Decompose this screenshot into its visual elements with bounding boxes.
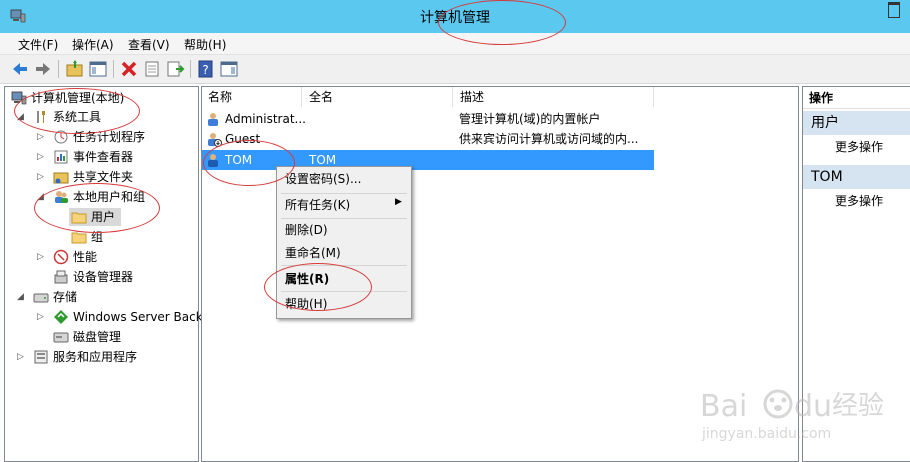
menu-view[interactable]: 查看(V) <box>128 36 170 53</box>
annotation-circle-properties <box>264 263 372 311</box>
baidu-watermark-logo: Bai du 经验 jingyan.baidu.com <box>700 389 884 442</box>
disk-icon <box>53 332 69 343</box>
device-manager-icon <box>54 270 68 284</box>
collapse-arrow-icon[interactable]: ▷ <box>17 348 24 366</box>
actions-section-users[interactable]: 用户 <box>803 111 910 135</box>
svg-text:经验: 经验 <box>832 391 884 421</box>
help-icon[interactable]: ? <box>196 59 216 79</box>
svg-text:Bai: Bai <box>700 389 747 424</box>
tree-pane: 计算机管理(本地) ◢ 系统工具 ▷ 任务计划程序 ▷ 事件查看器 ▷ 共享文件… <box>4 86 203 462</box>
menu-item-rename[interactable]: 重命名(M) <box>285 243 341 263</box>
menu-help[interactable]: 帮助(H) <box>184 36 226 53</box>
menu-file[interactable]: 文件(F) <box>18 36 58 53</box>
collapse-arrow-icon[interactable]: ▷ <box>37 248 44 266</box>
submenu-arrow-icon: ▶ <box>395 197 402 207</box>
collapse-arrow-icon[interactable]: ▷ <box>37 168 44 186</box>
services-icon <box>34 350 48 364</box>
performance-icon <box>53 249 69 265</box>
menu-item-set-password[interactable]: 设置密码(S)... <box>285 169 361 189</box>
annotation-circle-tom <box>203 140 295 186</box>
column-header-fullname[interactable]: 全名 <box>303 87 453 107</box>
delete-icon[interactable] <box>119 59 139 79</box>
collapse-arrow-icon[interactable]: ▷ <box>37 148 44 166</box>
storage-icon <box>33 293 49 303</box>
properties-icon[interactable] <box>142 59 162 79</box>
svg-text:du: du <box>794 389 832 424</box>
annotation-circle-system-tools <box>14 88 140 134</box>
show-hide-tree-icon[interactable] <box>88 59 108 79</box>
more-actions-users[interactable]: 更多操作 <box>835 138 883 155</box>
annotation-circle-local-users <box>34 183 160 233</box>
event-viewer-icon <box>54 150 68 164</box>
collapse-arrow-icon[interactable]: ▷ <box>37 128 44 146</box>
backup-icon <box>54 310 68 324</box>
show-action-pane-icon[interactable] <box>219 59 239 79</box>
menu-item-all-tasks[interactable]: 所有任务(K) <box>285 195 350 215</box>
more-actions-tom[interactable]: 更多操作 <box>835 192 883 209</box>
restore-button[interactable] <box>888 2 900 18</box>
user-icon <box>208 113 218 126</box>
up-folder-icon[interactable] <box>65 59 85 79</box>
shared-folder-icon <box>53 172 69 184</box>
column-header-name[interactable]: 名称 <box>202 87 302 107</box>
list-row-administrator[interactable]: Administrat... 管理计算机(域)的内置帐户 <box>202 109 654 129</box>
menu-item-delete[interactable]: 删除(D) <box>285 220 328 240</box>
toolbar: ? <box>0 55 910 84</box>
svg-text:jingyan.baidu.com: jingyan.baidu.com <box>701 426 831 442</box>
collapse-arrow-icon[interactable]: ▷ <box>37 308 44 326</box>
expand-arrow-icon[interactable]: ◢ <box>17 288 24 306</box>
annotation-circle-title <box>438 0 566 45</box>
menu-action[interactable]: 操作(A) <box>72 36 114 53</box>
svg-text:?: ? <box>202 63 208 77</box>
actions-section-tom[interactable]: TOM <box>803 165 910 189</box>
actions-header: 操作 <box>803 87 910 109</box>
back-arrow-icon[interactable] <box>10 59 30 79</box>
column-header-description[interactable]: 描述 <box>454 87 654 107</box>
forward-arrow-icon[interactable] <box>33 59 53 79</box>
export-list-icon[interactable] <box>165 59 185 79</box>
